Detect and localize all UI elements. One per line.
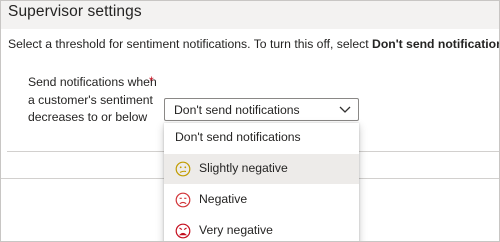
option-label: Very negative	[199, 223, 273, 237]
negative-face-icon	[175, 192, 191, 208]
instruction-prefix: Select a threshold for sentiment notific…	[8, 37, 373, 51]
option-label: Slightly negative	[199, 161, 288, 175]
option-slightly-negative[interactable]: Slightly negative	[164, 154, 359, 184]
option-negative[interactable]: Negative	[164, 185, 359, 215]
title-band: Supervisor settings	[1, 1, 499, 29]
settings-panel: Supervisor settings Select a threshold f…	[0, 0, 500, 242]
instruction-text: Select a threshold for sentiment notific…	[8, 37, 500, 51]
chevron-down-icon	[339, 106, 351, 113]
page-title: Supervisor settings	[8, 3, 142, 20]
option-label: Don't send notifications	[175, 130, 301, 144]
option-very-negative[interactable]: Very negative	[164, 216, 359, 241]
slightly-negative-face-icon	[175, 161, 191, 177]
threshold-dropdown-menu: Don't send notifications Slightly negati…	[164, 123, 359, 241]
threshold-dropdown[interactable]: Don't send notifications	[164, 98, 359, 121]
instruction-bold: Don't send notifications.	[372, 37, 500, 51]
notification-threshold-label: Send notifications when a customer's sen…	[28, 75, 157, 124]
threshold-dropdown-value: Don't send notifications	[174, 103, 300, 117]
option-dont-send[interactable]: Don't send notifications	[164, 123, 359, 153]
option-label: Negative	[199, 192, 248, 206]
required-marker: *	[149, 74, 154, 88]
very-negative-face-icon	[175, 223, 191, 239]
